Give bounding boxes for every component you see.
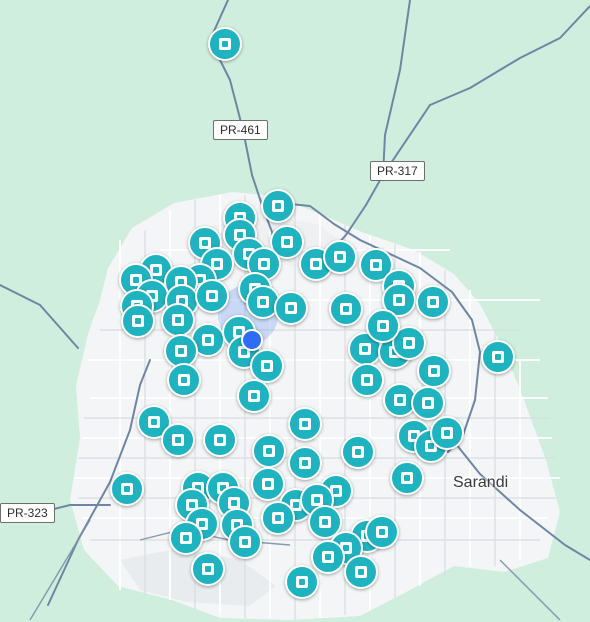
station-icon [272,200,284,212]
station-marker[interactable] [344,555,378,589]
station-marker[interactable] [430,416,464,450]
station-icon [178,374,190,386]
station-icon [310,258,322,270]
station-marker[interactable] [288,446,322,480]
station-marker[interactable] [169,521,203,555]
station-icon [422,397,434,409]
station-icon [441,427,453,439]
station-icon [401,472,413,484]
station-icon [132,315,144,327]
station-marker[interactable] [228,525,262,559]
station-icon [394,394,406,406]
station-icon [148,416,160,428]
current-location-dot[interactable] [241,329,263,351]
road-label-pr317: PR-317 [370,161,425,181]
station-marker[interactable] [250,349,284,383]
station-icon [492,351,504,363]
station-marker[interactable] [167,363,201,397]
station-icon [180,532,192,544]
station-icon [272,512,284,524]
station-icon [361,374,373,386]
station-marker[interactable] [161,303,195,337]
station-icon [377,320,389,332]
station-marker[interactable] [288,407,322,441]
station-icon [299,457,311,469]
station-marker[interactable] [481,340,515,374]
station-marker[interactable] [110,472,144,506]
station-icon [239,536,251,548]
station-marker[interactable] [252,434,286,468]
station-icon [199,237,211,249]
station-icon [261,360,273,372]
map-canvas[interactable]: PR-461 PR-317 PR-323 Sarandi [0,0,590,622]
station-icon [334,251,346,263]
station-icon [403,337,415,349]
station-marker[interactable] [261,189,295,223]
station-icon [296,576,308,588]
station-icon [376,526,388,538]
station-marker[interactable] [350,363,384,397]
station-icon [427,296,439,308]
station-icon [285,302,297,314]
station-marker[interactable] [274,291,308,325]
station-marker[interactable] [285,565,319,599]
station-icon [359,343,371,355]
station-icon [322,551,334,563]
station-icon [428,365,440,377]
station-icon [206,290,218,302]
road-label-pr461: PR-461 [213,120,268,140]
station-marker[interactable] [208,27,242,61]
station-marker[interactable] [161,423,195,457]
station-icon [355,566,367,578]
station-icon [214,434,226,446]
station-icon [393,294,405,306]
station-marker[interactable] [417,354,451,388]
station-marker[interactable] [341,435,375,469]
station-marker[interactable] [191,552,225,586]
station-marker[interactable] [311,540,345,574]
station-icon [262,478,274,490]
station-icon [281,236,293,248]
road-label-pr323: PR-323 [0,503,55,523]
station-icon [263,445,275,457]
station-icon [340,303,352,315]
station-icon [319,516,331,528]
station-marker[interactable] [237,379,271,413]
station-marker[interactable] [203,423,237,457]
station-icon [352,446,364,458]
station-marker[interactable] [195,279,229,313]
station-marker[interactable] [366,309,400,343]
station-icon [121,483,133,495]
station-icon [258,258,270,270]
station-marker[interactable] [121,304,155,338]
station-icon [257,296,269,308]
station-icon [299,418,311,430]
station-icon [219,38,231,50]
station-icon [175,345,187,357]
station-marker[interactable] [390,461,424,495]
station-icon [202,334,214,346]
station-marker[interactable] [251,467,285,501]
station-marker[interactable] [329,292,363,326]
place-label-sarandi: Sarandi [453,474,509,491]
station-icon [370,259,382,271]
station-marker[interactable] [261,501,295,535]
station-marker[interactable] [411,386,445,420]
station-icon [202,563,214,575]
station-marker[interactable] [365,515,399,549]
station-icon [172,314,184,326]
station-marker[interactable] [323,240,357,274]
station-icon [172,434,184,446]
station-marker[interactable] [416,285,450,319]
station-icon [248,390,260,402]
station-icon [311,494,323,506]
